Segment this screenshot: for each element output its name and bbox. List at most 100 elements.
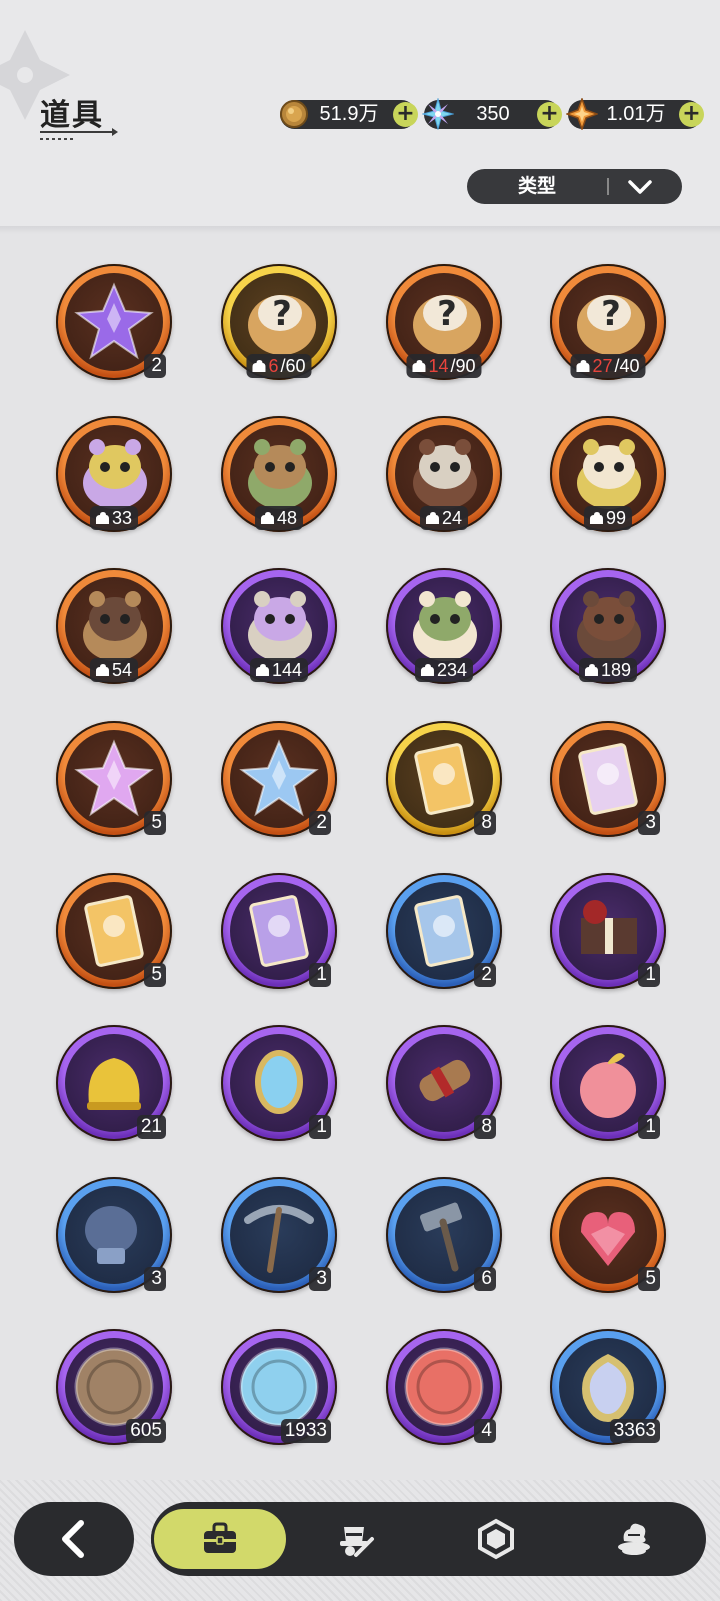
fragment-count: 6/60	[246, 354, 312, 378]
currency-star-gem: 1.01万 +	[566, 98, 704, 130]
fragment-count: 48	[254, 506, 304, 531]
item-slot[interactable]: 1	[550, 872, 666, 989]
item-slot[interactable]: 21	[56, 1025, 172, 1141]
item-count: 6	[474, 1267, 496, 1292]
svg-text:?: ?	[601, 294, 621, 334]
item-slot[interactable]: 33	[56, 416, 172, 533]
item-slot[interactable]: 5	[56, 872, 172, 989]
item-count: 1	[309, 962, 331, 987]
tab-dessert[interactable]	[565, 1506, 703, 1572]
item-count: 2	[474, 962, 496, 987]
fragment-have: 48	[276, 508, 298, 529]
fragment-count: 14/90	[406, 354, 482, 378]
fragment-count: 54	[89, 658, 139, 683]
item-slot[interactable]: 24	[386, 416, 502, 533]
fragment-have: 33	[111, 508, 133, 529]
chevron-left-icon	[62, 1520, 84, 1558]
fragment-icon	[255, 664, 269, 677]
item-slot[interactable]: 8	[386, 720, 502, 837]
item-count: 1	[309, 1115, 331, 1139]
crystal-value: 350	[476, 103, 510, 125]
item-slot[interactable]: 1933	[221, 1329, 337, 1446]
dessert-icon	[618, 1523, 650, 1555]
bottom-nav	[151, 1502, 706, 1576]
currency-crystal: 350 +	[422, 98, 562, 130]
tab-gems[interactable]	[427, 1506, 565, 1572]
item-slot[interactable]: 4	[386, 1329, 502, 1446]
item-slot[interactable]: 99	[550, 416, 666, 533]
item-count: 21	[136, 1115, 166, 1139]
inventory-page: 道具 51.9万 + 350 + 1.01万 + 类型 2 ? 6 /60 ? …	[0, 0, 720, 1601]
item-slot[interactable]: 3	[550, 720, 666, 837]
item-count: 2	[309, 810, 331, 835]
type-filter-dropdown[interactable]: 类型	[467, 169, 682, 204]
title-underline	[40, 128, 118, 136]
page-title: 道具	[40, 98, 104, 133]
add-star-gem-button[interactable]: +	[679, 102, 704, 127]
fragment-need: /90	[450, 356, 476, 376]
fragment-icon	[576, 360, 590, 372]
fragment-icon	[584, 664, 598, 677]
fragment-icon	[412, 360, 426, 372]
item-slot[interactable]: 48	[221, 416, 337, 533]
item-slot[interactable]: 189	[550, 568, 666, 685]
item-slot[interactable]: 1	[221, 1025, 337, 1141]
item-count: 8	[474, 810, 496, 835]
title-dots	[40, 138, 74, 140]
item-slot[interactable]: 6	[386, 1177, 502, 1294]
item-slot[interactable]: ? 6/60	[221, 264, 337, 380]
item-slot[interactable]: 2	[386, 872, 502, 989]
fragment-icon	[95, 512, 109, 525]
gold-coin-icon	[278, 98, 310, 130]
item-slot[interactable]: 234	[386, 568, 502, 685]
item-slot[interactable]: 3363	[550, 1329, 666, 1446]
item-count: 4	[474, 1419, 496, 1444]
add-gold-button[interactable]: +	[393, 102, 418, 127]
fragment-have: 27	[592, 356, 613, 376]
fragment-icon	[252, 360, 266, 372]
item-count: 1	[638, 962, 660, 987]
fragment-count: 99	[583, 506, 633, 531]
tab-bag[interactable]	[151, 1506, 289, 1572]
item-slot[interactable]: 1	[550, 1025, 666, 1141]
item-slot[interactable]: 3	[56, 1177, 172, 1294]
item-slot[interactable]: 5	[56, 720, 172, 837]
gold-value: 51.9万	[319, 103, 379, 125]
item-count: 3	[309, 1267, 331, 1292]
item-slot[interactable]: 5	[550, 1177, 666, 1294]
item-slot[interactable]: 1	[221, 872, 337, 989]
bag-icon	[204, 1522, 236, 1553]
fragment-have: 189	[600, 660, 632, 681]
item-slot[interactable]: 2	[56, 264, 172, 380]
tab-costume[interactable]	[287, 1506, 425, 1572]
item-slot[interactable]: 144	[221, 568, 337, 685]
fragment-count: 144	[249, 658, 309, 683]
fragment-count: 234	[414, 658, 474, 683]
type-filter-label: 类型	[517, 175, 556, 197]
item-slot[interactable]: ? 27/40	[550, 264, 666, 380]
item-slot[interactable]: 54	[56, 568, 172, 685]
item-slot[interactable]: ? 14/90	[386, 264, 502, 380]
fragment-icon	[420, 664, 434, 677]
fragment-have: 6	[268, 356, 279, 376]
item-slot[interactable]: 3	[221, 1177, 337, 1294]
hat-wand-icon	[340, 1527, 374, 1557]
back-button[interactable]	[14, 1502, 134, 1576]
add-crystal-button[interactable]: +	[537, 102, 562, 127]
fragment-have: 54	[111, 660, 133, 681]
fragment-icon	[589, 512, 603, 525]
item-slot[interactable]: 605	[56, 1329, 172, 1446]
item-count: 5	[638, 1267, 660, 1292]
item-slot[interactable]: 8	[386, 1025, 502, 1141]
fragment-need: /40	[614, 356, 640, 376]
fragment-count: 27/40	[570, 354, 646, 378]
item-slot[interactable]: 2	[221, 720, 337, 837]
fragment-have: 234	[436, 660, 468, 681]
currency-gold: 51.9万 +	[278, 98, 418, 130]
fragment-count: 24	[419, 506, 469, 531]
fragment-have: 14	[428, 356, 449, 376]
crystal-snowflake-icon	[422, 98, 454, 130]
item-count: 1933	[280, 1419, 331, 1444]
fragment-icon	[260, 512, 274, 525]
fragment-have: 24	[441, 508, 463, 529]
